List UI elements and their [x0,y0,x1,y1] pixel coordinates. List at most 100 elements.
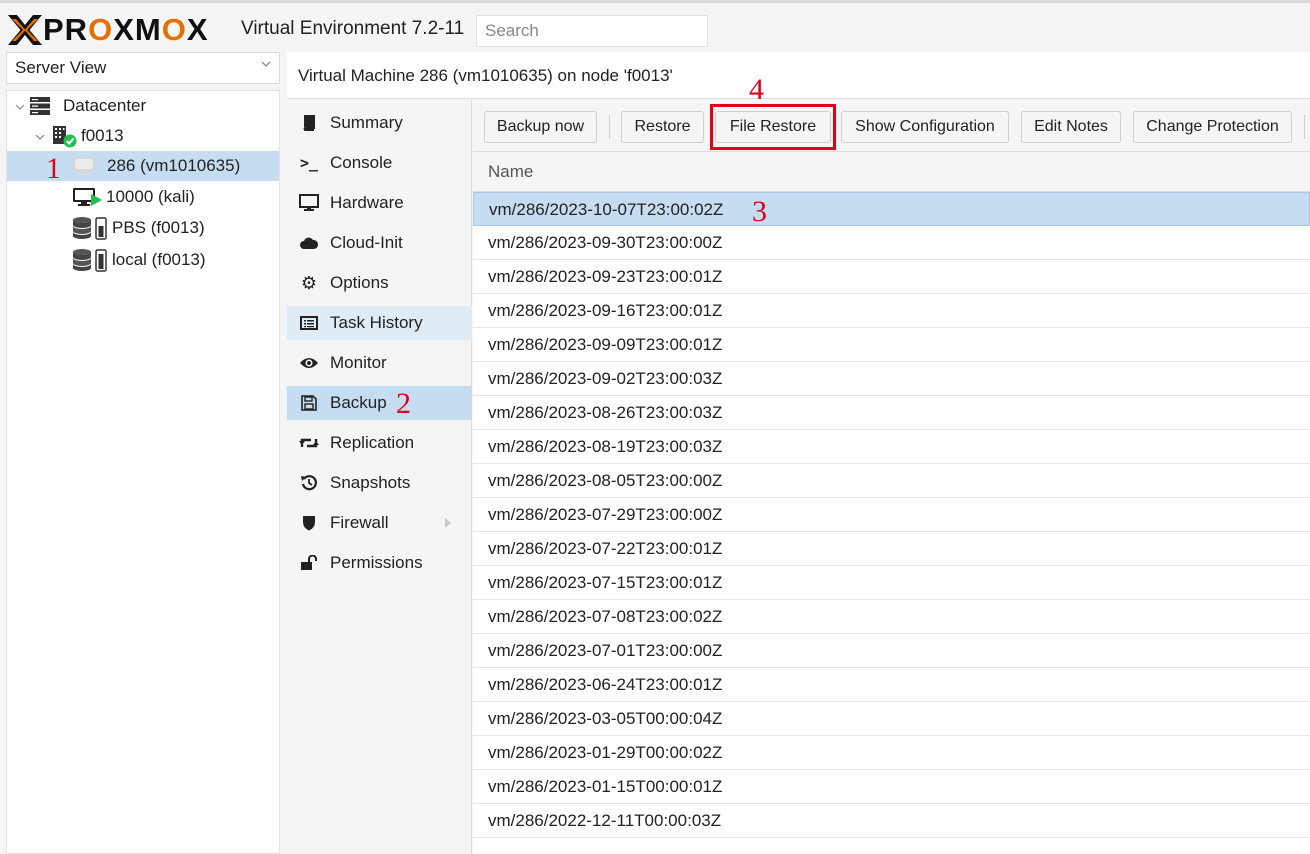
shield-icon [299,513,319,533]
highlight-box [710,104,836,150]
table-row[interactable]: vm/286/2023-07-29T23:00:00Z [473,498,1310,532]
menu-item-label: Options [330,273,389,292]
tree-item-datacenter[interactable]: Datacenter [25,91,279,121]
storage-icon [73,249,107,272]
menu-item-label: Task History [330,313,423,332]
list-icon [299,313,319,333]
backup-name-cell: vm/286/2023-08-19T23:00:03Z [488,437,723,456]
menu-item-cloud-init[interactable]: Cloud-Init [287,226,472,260]
menu-item-label: Summary [330,113,403,132]
search-input[interactable] [476,15,708,47]
tree-item-storage-local[interactable]: local (f0013) [7,245,279,275]
backup-name-cell: vm/286/2023-09-16T23:00:01Z [488,301,723,320]
desktop-icon [299,193,319,213]
menu-item-permissions[interactable]: Permissions [287,546,472,580]
table-row[interactable]: vm/286/2023-07-15T23:00:01Z [473,566,1310,600]
menu-item-label: Backup [330,393,387,412]
version-title: Virtual Environment 7.2-11 [241,18,465,39]
server-view-label: Server View [15,58,107,77]
backup-name-cell: vm/286/2023-07-22T23:00:01Z [488,539,723,558]
menu-item-console[interactable]: >_ Console [287,146,472,180]
backup-name-cell: vm/286/2023-09-09T23:00:01Z [488,335,723,354]
table-row[interactable]: vm/286/2023-07-01T23:00:00Z [473,634,1310,668]
table-row[interactable]: vm/286/2023-01-15T00:00:01Z [473,770,1310,804]
table-row[interactable]: vm/286/2022-12-11T00:00:03Z [473,804,1310,838]
vm-running-icon [73,188,102,206]
table-row[interactable]: vm/286/2023-10-07T23:00:02Z [473,192,1310,226]
backup-name-cell: vm/286/2022-12-11T00:00:03Z [488,811,722,830]
annotation-number: 4 [749,73,764,106]
table-row[interactable]: vm/286/2023-09-30T23:00:00Z [473,226,1310,260]
chevron-down-icon[interactable] [15,102,25,112]
tree-item-node-f0013[interactable]: f0013 [47,121,279,151]
edit-notes-button[interactable]: Edit Notes [1021,111,1121,143]
menu-item-label: Firewall [330,513,389,532]
table-row[interactable]: vm/286/2023-07-08T23:00:02Z [473,600,1310,634]
menu-item-snapshots[interactable]: Snapshots [287,466,472,500]
annotation-number: 3 [752,195,767,228]
menu-item-firewall[interactable]: Firewall [287,506,472,540]
cloud-icon [299,233,319,253]
chevron-right-icon[interactable] [444,517,452,529]
tree-item-label: 286 (vm1010635) [107,156,241,175]
table-row[interactable]: vm/286/2023-09-02T23:00:03Z [473,362,1310,396]
restore-button[interactable]: Restore [621,111,704,143]
menu-item-monitor[interactable]: Monitor [287,346,472,380]
table-row[interactable]: vm/286/2023-01-29T00:00:02Z [473,736,1310,770]
backup-name-cell: vm/286/2023-09-30T23:00:00Z [488,233,723,252]
menu-item-label: Replication [330,433,415,452]
column-label: Name [488,162,534,181]
table-row[interactable]: vm/286/2023-06-24T23:00:01Z [473,668,1310,702]
backup-name-cell: vm/286/2023-09-02T23:00:03Z [488,369,723,388]
resource-tree: Datacenter f0013 286 (vm1010635) 10000 (… [6,90,280,854]
menu-item-label: Monitor [330,353,387,372]
book-icon [299,113,319,133]
menu-item-label: Snapshots [330,473,411,492]
terminal-icon: >_ [299,154,319,172]
menu-item-label: Console [330,153,393,172]
node-online-icon [53,126,77,148]
backup-name-cell: vm/286/2023-07-29T23:00:00Z [488,505,723,524]
tree-item-label: local (f0013) [112,250,206,269]
proxmox-logo[interactable]: PROXMOX [8,13,209,47]
menu-item-task-history[interactable]: Task History [287,306,472,340]
menu-item-label: Cloud-Init [330,233,403,252]
storage-icon [73,217,107,240]
backup-now-button[interactable]: Backup now [484,111,597,143]
table-row[interactable]: vm/286/2023-09-09T23:00:01Z [473,328,1310,362]
gear-icon: ⚙ [300,272,318,293]
tree-item-storage-pbs[interactable]: PBS (f0013) [7,213,279,243]
history-icon [299,473,319,493]
backup-name-cell: vm/286/2023-08-05T23:00:00Z [488,471,723,490]
proxmox-x-icon [8,15,42,45]
menu-item-summary[interactable]: Summary [287,106,472,140]
table-row[interactable]: vm/286/2023-08-05T23:00:00Z [473,464,1310,498]
tree-item-label: f0013 [81,126,124,145]
table-row[interactable]: vm/286/2023-08-26T23:00:03Z [473,396,1310,430]
table-row[interactable]: vm/286/2023-08-19T23:00:03Z [473,430,1310,464]
chevron-down-icon[interactable] [35,132,45,142]
menu-item-hardware[interactable]: Hardware [287,186,472,220]
tree-item-vm-10000[interactable]: 10000 (kali) [7,182,279,212]
table-row[interactable]: vm/286/2023-07-22T23:00:01Z [473,532,1310,566]
floppy-icon [299,393,319,413]
change-protection-button[interactable]: Change Protection [1133,111,1292,143]
backup-name-cell: vm/286/2023-01-29T00:00:02Z [488,743,723,762]
top-header: PROXMOX Virtual Environment 7.2-11 [0,0,1310,52]
backup-name-cell: vm/286/2023-07-15T23:00:01Z [488,573,723,592]
retweet-icon [299,433,319,453]
show-configuration-button[interactable]: Show Configuration [841,111,1009,143]
menu-item-backup[interactable]: Backup [287,386,472,420]
backup-name-cell: vm/286/2023-09-23T23:00:01Z [488,267,723,286]
grid-column-header-name[interactable]: Name [473,152,1310,192]
menu-item-replication[interactable]: Replication [287,426,472,460]
table-row[interactable]: vm/286/2023-03-05T00:00:04Z [473,702,1310,736]
page-title: Virtual Machine 286 (vm1010635) on node … [298,66,673,85]
server-view-select[interactable]: Server View [6,52,280,84]
backup-toolbar: Backup now Restore File Restore Show Con… [473,100,1310,152]
table-row[interactable]: vm/286/2023-09-23T23:00:01Z [473,260,1310,294]
menu-item-options[interactable]: ⚙ Options [287,266,472,300]
annotation-number: 2 [396,387,411,420]
toolbar-separator [609,115,610,139]
table-row[interactable]: vm/286/2023-09-16T23:00:01Z [473,294,1310,328]
